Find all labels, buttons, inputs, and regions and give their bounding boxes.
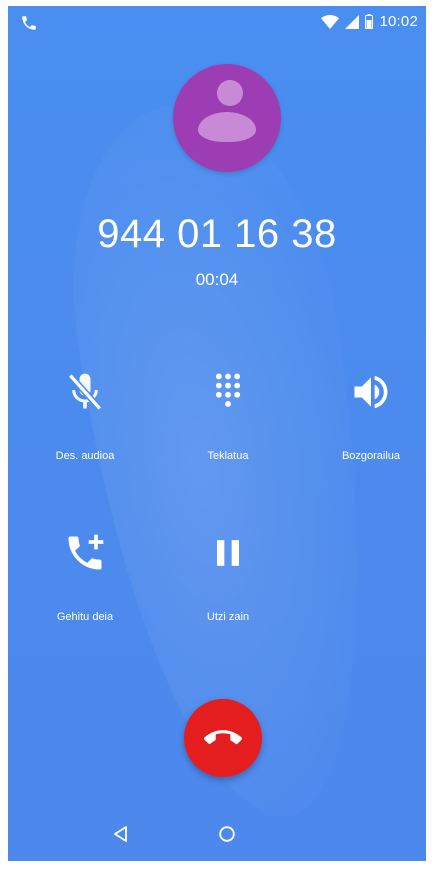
home-icon xyxy=(219,826,235,842)
status-bar: 10:02 xyxy=(8,6,426,42)
end-call-icon xyxy=(204,730,242,745)
wifi-icon xyxy=(321,14,340,29)
hold-button[interactable]: Utzi zain xyxy=(168,531,288,623)
mic-off-icon xyxy=(67,373,103,411)
phone-number: 944 01 16 38 xyxy=(97,212,337,256)
phone-call-icon xyxy=(22,16,36,30)
status-icons: 10:02 xyxy=(321,13,418,30)
in-call-screen: 10:02 944 01 16 38 00:04 Des. audioa Tek… xyxy=(8,6,426,861)
keypad-label: Teklatua xyxy=(207,450,249,462)
home-button[interactable] xyxy=(210,819,244,849)
mute-button[interactable]: Des. audioa xyxy=(25,370,145,462)
add-call-button[interactable]: Gehitu deia xyxy=(25,531,145,623)
pause-icon xyxy=(217,540,239,566)
end-call-button[interactable] xyxy=(184,699,262,777)
dialpad-icon xyxy=(215,373,241,407)
add-call-icon xyxy=(68,534,104,570)
keypad-button[interactable]: Teklatua xyxy=(168,370,288,462)
contact-avatar xyxy=(173,64,281,172)
add-call-label: Gehitu deia xyxy=(56,611,114,623)
speaker-button[interactable]: Bozgorailua xyxy=(311,370,426,462)
avatar-head xyxy=(217,80,243,106)
speaker-icon xyxy=(354,375,388,409)
status-time: 10:02 xyxy=(379,13,418,30)
signal-icon xyxy=(345,14,360,29)
back-button[interactable] xyxy=(104,819,138,849)
battery-icon xyxy=(365,14,374,29)
avatar-body xyxy=(198,112,256,142)
mute-label: Des. audioa xyxy=(55,450,115,462)
call-duration: 00:04 xyxy=(195,270,239,289)
back-icon xyxy=(114,826,127,842)
hold-label: Utzi zain xyxy=(206,611,250,623)
speaker-label: Bozgorailua xyxy=(341,450,401,462)
navigation-bar xyxy=(8,807,426,861)
